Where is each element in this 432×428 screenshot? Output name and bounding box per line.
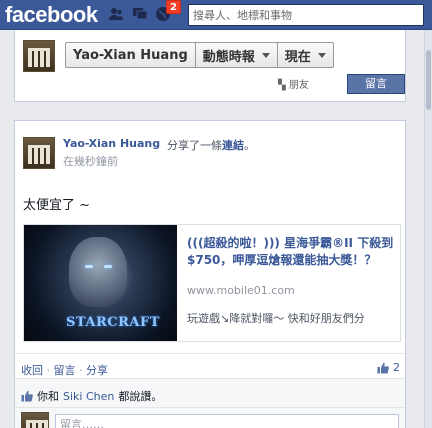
separator-dot: · [79, 364, 83, 377]
chevron-down-icon [317, 52, 326, 58]
friend-requests-icon[interactable] [108, 6, 124, 22]
likes-sentence: 你和 Siki Chen 都說讚。 [21, 388, 162, 404]
time-filter-dropdown[interactable]: 現在 [278, 43, 333, 67]
attachment-title[interactable]: (((超殺的啦！))) 星海爭霸®II 下殺到$750，呷厚逗熗報還能抽大獎！？ [187, 235, 395, 269]
page-scrollbar[interactable] [424, 30, 432, 428]
story-actions: 收回 · 留言 · 分享 [21, 362, 108, 378]
story-card: Yao-Xian Huang 分享了一條連結。 在幾秒鐘前 太便宜了 ~ STA… [14, 120, 406, 428]
thumbs-up-icon [21, 390, 33, 402]
post-action-text: 分享了一條連結。 [167, 137, 255, 153]
likes-suffix: 都說讚。 [118, 390, 163, 403]
post-message: 太便宜了 ~ [23, 198, 91, 213]
profile-name-link[interactable]: Yao-Xian Huang [66, 43, 196, 67]
friend-button[interactable]: ▚ 朋友 [278, 76, 309, 91]
starcraft-logo: STARCRAFT [66, 315, 160, 330]
comment-box[interactable] [55, 414, 399, 428]
post-author-link[interactable]: Yao-Xian Huang [63, 137, 160, 150]
time-filter-label: 現在 [284, 49, 311, 65]
scrollbar-thumb[interactable] [426, 50, 431, 110]
comment-input[interactable] [56, 415, 398, 428]
facebook-page: facebook 2 Yao-Xian Huang 動態時報 現在 ▚ 朋友 留… [0, 0, 432, 428]
action-prefix: 分享了一條 [167, 139, 222, 152]
attachment-description: 玩遊戲↘降就對囉～ 快和好朋友們分 [187, 312, 365, 325]
message-button[interactable]: 留言 [347, 74, 405, 94]
thumbs-up-icon [377, 362, 389, 373]
timeline-filter-label: 動態時報 [202, 49, 255, 65]
collect-link[interactable]: 收回 [21, 364, 43, 377]
messages-icon[interactable] [132, 6, 148, 22]
action-link[interactable]: 連結 [222, 139, 244, 152]
top-bar: facebook 2 [0, 0, 432, 30]
profile-header: Yao-Xian Huang 動態時報 現在 ▚ 朋友 留言 [14, 30, 406, 102]
thumbnail-face [69, 237, 127, 307]
profile-avatar[interactable] [23, 40, 55, 72]
facebook-logo[interactable]: facebook [5, 1, 98, 29]
search-input[interactable] [189, 5, 423, 25]
attachment-thumbnail[interactable]: STARCRAFT [24, 225, 177, 341]
link-attachment[interactable]: STARCRAFT (((超殺的啦！))) 星海爭霸®II 下殺到$750，呷厚… [23, 224, 401, 342]
friend-check-icon: ▚ [278, 80, 286, 91]
chevron-down-icon [261, 52, 270, 58]
liker-name-link[interactable]: Siki Chen [63, 390, 114, 403]
thumbnail-eye [85, 265, 93, 268]
like-count-number: 2 [393, 361, 400, 374]
thumbnail-eye [104, 265, 112, 268]
feedback-area: 你和 Siki Chen 都說讚。 [15, 378, 405, 428]
commenter-avatar [21, 412, 49, 428]
share-link[interactable]: 分享 [86, 364, 108, 377]
profile-name: Yao-Xian Huang [73, 47, 188, 63]
friend-button-label: 朋友 [288, 80, 309, 91]
timeline-filter-dropdown[interactable]: 動態時報 [196, 43, 278, 67]
like-count[interactable]: 2 [377, 361, 400, 374]
comment-link[interactable]: 留言 [54, 364, 76, 377]
timeline-breadcrumb: Yao-Xian Huang 動態時報 現在 [65, 42, 334, 68]
divider [15, 407, 405, 408]
search-box[interactable] [188, 4, 424, 26]
likes-prefix: 你和 [37, 390, 59, 403]
attachment-domain: www.mobile01.com [187, 284, 295, 297]
action-suffix: 。 [244, 139, 255, 152]
notification-badge[interactable]: 2 [166, 0, 181, 14]
divider [15, 353, 405, 354]
author-avatar[interactable] [23, 137, 55, 169]
separator-dot: · [46, 364, 51, 377]
post-timestamp[interactable]: 在幾秒鐘前 [63, 153, 118, 169]
